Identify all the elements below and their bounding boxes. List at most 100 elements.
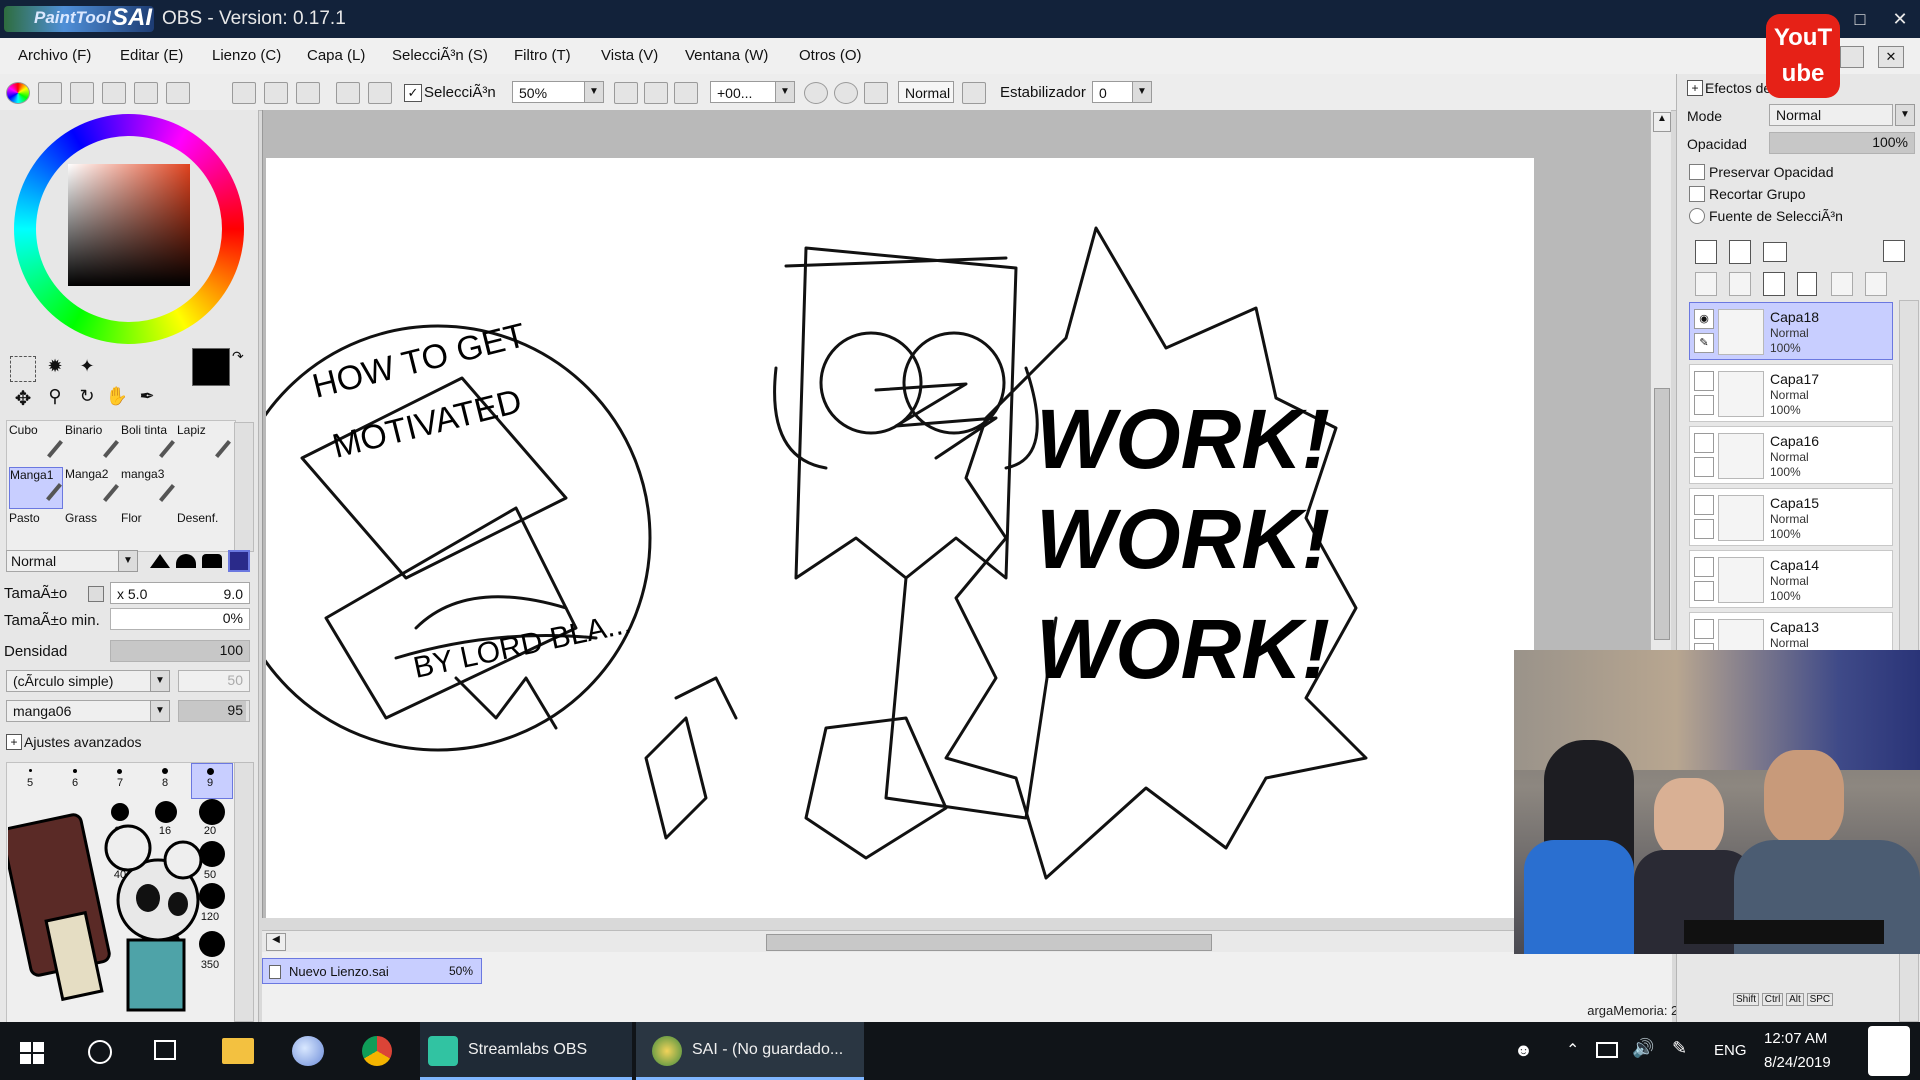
brush-shape-slider[interactable]: 50 xyxy=(178,670,250,692)
volume-icon[interactable]: 🔊 xyxy=(1632,1038,1654,1059)
brush-pasto[interactable]: Pasto xyxy=(9,511,63,553)
horizontal-scroll-thumb[interactable] xyxy=(766,934,1212,951)
tip-flat-icon[interactable] xyxy=(202,554,222,568)
rotate-reset-icon[interactable] xyxy=(864,82,888,104)
chrome-icon[interactable] xyxy=(362,1036,392,1066)
rotate-left-icon[interactable] xyxy=(804,82,828,104)
layer-mode-dropdown-button[interactable]: ▼ xyxy=(1895,104,1915,126)
menu-capa[interactable]: Capa (L) xyxy=(307,47,365,64)
redo-icon[interactable] xyxy=(296,82,320,104)
layer-row[interactable]: ◉ ✎ Capa18 Normal 100% xyxy=(1689,302,1893,360)
maximize-button[interactable]: □ xyxy=(1840,4,1880,34)
flatten-icon[interactable] xyxy=(1865,272,1887,296)
network-icon[interactable] xyxy=(1596,1042,1618,1058)
transfer-down-icon[interactable] xyxy=(1695,272,1717,296)
scroll-up-button[interactable]: ▲ xyxy=(1653,112,1671,132)
taskbar-sai[interactable]: SAI - (No guardado... xyxy=(636,1022,864,1080)
color-square[interactable] xyxy=(68,164,190,286)
new-linework-layer-icon[interactable] xyxy=(1729,240,1751,264)
lock-icon[interactable] xyxy=(1694,457,1714,477)
brush-mode-dropdown-button[interactable]: ▼ xyxy=(118,550,138,572)
file-explorer-icon[interactable] xyxy=(222,1038,254,1064)
lock-icon[interactable] xyxy=(1694,519,1714,539)
brush-binario[interactable]: Binario xyxy=(65,423,119,465)
menu-lienzo[interactable]: Lienzo (C) xyxy=(212,47,281,64)
brush-manga1[interactable]: Manga1 xyxy=(9,467,63,509)
primary-color-swatch[interactable] xyxy=(192,348,230,386)
tip-round-icon[interactable] xyxy=(176,554,196,568)
size-lock-icon[interactable] xyxy=(88,586,104,602)
zoom-out-icon[interactable] xyxy=(614,82,638,104)
lasso-icon[interactable]: ✹ xyxy=(42,356,68,382)
menu-editar[interactable]: Editar (E) xyxy=(120,47,183,64)
eye-icon[interactable]: ◉ xyxy=(1694,309,1714,329)
brush-flor[interactable]: Flor xyxy=(121,511,175,553)
selection-source-radio[interactable] xyxy=(1689,208,1705,224)
flip-view-icon[interactable] xyxy=(962,82,986,104)
vertical-scroll-thumb[interactable] xyxy=(1654,388,1670,640)
menu-archivo[interactable]: Archivo (F) xyxy=(18,47,91,64)
rotation-dropdown-button[interactable]: ▼ xyxy=(775,81,795,103)
paint-app-icon[interactable] xyxy=(292,1036,324,1066)
brush-manga3[interactable]: manga3 xyxy=(121,467,175,509)
canvas-tab[interactable]: Nuevo Lienzo.sai 50% xyxy=(262,958,482,984)
menu-otros[interactable]: Otros (O) xyxy=(799,47,862,64)
scratchpad-toggle-icon[interactable] xyxy=(166,82,190,104)
tip-square-icon[interactable] xyxy=(228,550,250,572)
language-indicator[interactable]: ENG xyxy=(1714,1042,1747,1059)
effects-toggle-icon[interactable]: + xyxy=(1687,80,1703,96)
rotate-right-icon[interactable] xyxy=(834,82,858,104)
texture-select[interactable]: manga06 xyxy=(6,700,170,722)
merge-visible-icon[interactable] xyxy=(1831,272,1853,296)
lock-icon[interactable] xyxy=(1694,581,1714,601)
menu-filtro[interactable]: Filtro (T) xyxy=(514,47,571,64)
layer-row[interactable]: Capa17 Normal 100% xyxy=(1689,364,1893,422)
rgb-slider-toggle-icon[interactable] xyxy=(38,82,62,104)
stabilizer-dropdown-button[interactable]: ▼ xyxy=(1132,81,1152,103)
brush-desenf[interactable]: Desenf. xyxy=(177,511,231,553)
people-icon[interactable]: ☻ xyxy=(1514,1040,1533,1061)
show-hidden-icons-chevron-icon[interactable]: ⌃ xyxy=(1566,1040,1579,1060)
search-icon[interactable] xyxy=(88,1040,112,1064)
layer-row[interactable]: Capa14 Normal 100% xyxy=(1689,550,1893,608)
texture-dropdown-button[interactable]: ▼ xyxy=(150,700,170,722)
panel-options-icon[interactable] xyxy=(1883,240,1905,262)
brush-mode-select[interactable]: Normal xyxy=(6,550,130,572)
windows-start-icon[interactable] xyxy=(20,1042,44,1064)
size-slider[interactable]: x 5.0 9.0 xyxy=(110,582,250,604)
zoom-in-icon[interactable] xyxy=(644,82,668,104)
brush-shape-select[interactable]: (cÃ­rculo simple) xyxy=(6,670,170,692)
new-folder-icon[interactable] xyxy=(1763,242,1787,262)
size-dot[interactable] xyxy=(117,769,122,774)
eye-icon[interactable] xyxy=(1694,371,1714,391)
canvas-horizontal-scrollbar[interactable]: ◀ xyxy=(262,930,1672,953)
size-dot[interactable] xyxy=(162,768,168,774)
rotate-tool-icon[interactable]: ↻ xyxy=(74,386,100,412)
lock-icon[interactable] xyxy=(1694,395,1714,415)
brush-lapiz[interactable]: Lapiz xyxy=(177,423,231,465)
swatches-toggle-icon[interactable] xyxy=(134,82,158,104)
move-icon[interactable]: ✥ xyxy=(10,386,36,412)
blend-mode-field[interactable]: Normal xyxy=(898,81,954,103)
close-button[interactable]: ✕ xyxy=(1880,4,1920,34)
clock-date[interactable]: 8/24/2019 xyxy=(1764,1054,1831,1071)
restore-inner-button[interactable] xyxy=(1840,46,1864,68)
panel-menu-icon[interactable] xyxy=(232,82,256,104)
density-slider[interactable]: 100 xyxy=(110,640,250,662)
undo-icon[interactable] xyxy=(264,82,288,104)
layer-opacity-slider[interactable]: 100% xyxy=(1769,132,1915,154)
menu-ventana[interactable]: Ventana (W) xyxy=(685,47,768,64)
size-dot[interactable] xyxy=(207,768,214,775)
color-wheel-toggle-icon[interactable] xyxy=(6,82,30,104)
close-inner-button[interactable]: ✕ xyxy=(1878,46,1904,68)
hand-icon[interactable]: ✋ xyxy=(104,386,130,412)
brush-boli-tinta[interactable]: Boli tinta xyxy=(121,423,175,465)
taskbar-streamlabs[interactable]: Streamlabs OBS xyxy=(420,1022,632,1080)
layer-mode-select[interactable]: Normal xyxy=(1769,104,1893,126)
brush-shape-dropdown-button[interactable]: ▼ xyxy=(150,670,170,692)
magic-wand-icon[interactable]: ✦ xyxy=(74,356,100,382)
invert-selection-icon[interactable] xyxy=(368,82,392,104)
color-mixer-toggle-icon[interactable] xyxy=(102,82,126,104)
brush-manga2[interactable]: Manga2 xyxy=(65,467,119,509)
eyedropper-icon[interactable]: ✒ xyxy=(134,386,160,412)
